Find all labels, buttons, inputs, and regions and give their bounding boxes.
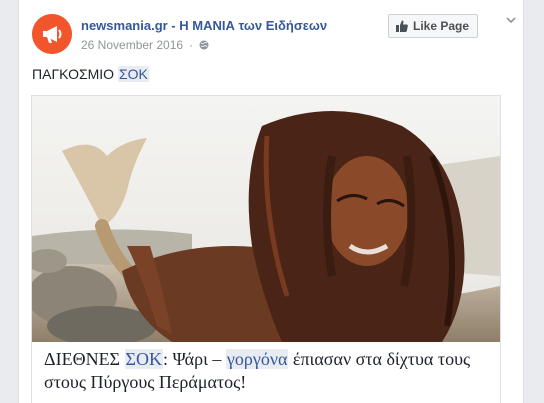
globe-icon[interactable]: [199, 40, 209, 50]
headline-part-2: : Ψάρι –: [163, 349, 226, 369]
meta-separator: ·: [189, 38, 194, 52]
chevron-down-icon[interactable]: [505, 14, 517, 26]
post-meta: 26 November 2016 ·: [81, 38, 209, 52]
link-headline[interactable]: ΔΙΕΘΝΕΣ ΣΟΚ: Ψάρι – γοργόνα έπιασαν στα …: [44, 348, 489, 394]
page-avatar[interactable]: [32, 14, 72, 54]
facebook-post-card: newsmania.gr - Η ΜΑΝΙΑ των Ειδήσεων 26 N…: [18, 0, 524, 403]
headline-link-sok[interactable]: ΣΟΚ: [124, 349, 164, 369]
hashtag-sok[interactable]: ΣΟΚ: [117, 66, 149, 82]
like-page-button[interactable]: Like Page: [388, 14, 479, 38]
post-date[interactable]: 26 November 2016: [81, 38, 183, 52]
like-page-label: Like Page: [413, 19, 470, 33]
mermaid-photo[interactable]: [32, 96, 500, 342]
megaphone-icon: [32, 14, 72, 54]
link-preview-card[interactable]: ΔΙΕΘΝΕΣ ΣΟΚ: Ψάρι – γοργόνα έπιασαν στα …: [31, 95, 501, 403]
headline-part-1: ΔΙΕΘΝΕΣ: [44, 349, 125, 369]
page-name-link[interactable]: newsmania.gr - Η ΜΑΝΙΑ των Ειδήσεων: [81, 18, 327, 33]
headline-link-gorgona[interactable]: γοργόνα: [225, 349, 289, 369]
post-text: ΠΑΓΚΟΣΜΙΟ ΣΟΚ: [32, 66, 149, 82]
post-text-prefix: ΠΑΓΚΟΣΜΙΟ: [32, 66, 118, 82]
thumbs-up-icon: [396, 20, 408, 32]
